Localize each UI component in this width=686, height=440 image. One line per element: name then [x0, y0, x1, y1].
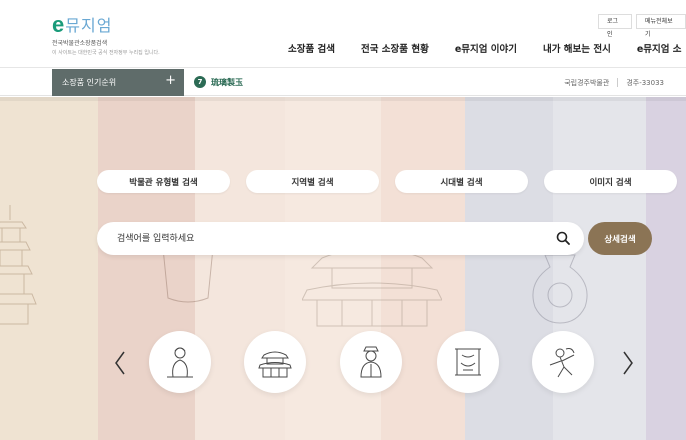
chevron-left-icon[interactable] [113, 350, 127, 376]
rank-ticker[interactable]: 7 琉璃製玉 [194, 76, 243, 88]
era-search-button[interactable]: 시대별 검색 [395, 170, 528, 193]
logo-name: 뮤지엄 [65, 16, 113, 35]
popular-ranking-button[interactable]: 소장품 인기순위 + [52, 69, 184, 96]
nav-item-collection-search[interactable]: 소장품 검색 [288, 41, 335, 55]
rank-meta: 국립경주박물관 경주-33033 [564, 78, 664, 88]
bg-stripe [646, 97, 686, 440]
artifact-id: 경주-33033 [626, 79, 664, 87]
carousel-item-buddha[interactable] [149, 331, 211, 393]
image-search-button[interactable]: 이미지 검색 [544, 170, 677, 193]
logo-subtitle: 전국박물관소장품검색 [52, 40, 108, 47]
nav-item-emuseum-more[interactable]: e뮤지엄 소 [637, 41, 682, 55]
carousel-item-palace[interactable] [244, 331, 306, 393]
pouch-illustration [532, 254, 588, 324]
search-category-group: 박물관 유형별 검색 지역별 검색 시대별 검색 이미지 검색 [97, 170, 686, 193]
pagoda-illustration [0, 205, 37, 325]
plus-icon: + [165, 73, 176, 88]
carousel-item-dancer[interactable] [532, 331, 594, 393]
region-search-button[interactable]: 지역별 검색 [246, 170, 379, 193]
popular-bar: 소장품 인기순위 + 7 琉璃製玉 국립경주박물관 경주-33033 [0, 69, 686, 96]
dancer-icon [549, 348, 575, 378]
header: e 뮤지엄 전국박물관소장품검색 이 사이트는 대한민국 공식 전자정부 누리집… [0, 0, 686, 68]
logo-e: e [52, 12, 65, 37]
buddha-icon [167, 347, 193, 378]
nav-item-my-exhibition[interactable]: 내가 해보는 전시 [543, 41, 611, 55]
popular-ranking-label: 소장품 인기순위 [62, 78, 117, 87]
rank-artifact-name: 琉璃製玉 [211, 77, 243, 87]
carousel-item-figure[interactable] [340, 331, 402, 393]
nav-item-emuseum-story[interactable]: e뮤지엄 이야기 [455, 41, 517, 55]
login-button[interactable]: 로그인 [598, 14, 632, 38]
figure-icon [360, 346, 382, 378]
divider [617, 78, 619, 87]
nav-item-national-status[interactable]: 전국 소장품 현황 [361, 41, 429, 55]
search-icon[interactable] [556, 231, 570, 245]
palace-icon [258, 351, 292, 378]
scroll-icon [455, 348, 481, 376]
carousel-item-scroll[interactable] [437, 331, 499, 393]
main-nav: 소장품 검색 전국 소장품 현황 e뮤지엄 이야기 내가 해보는 전시 e뮤지엄… [288, 41, 686, 55]
utility-menu: 로그인 메뉴전체보기 [594, 14, 686, 38]
sitemap-button[interactable]: 메뉴전체보기 [636, 14, 686, 38]
chevron-right-icon[interactable] [621, 350, 635, 376]
museum-name: 국립경주박물관 [564, 79, 610, 87]
detail-search-button[interactable]: 상세검색 [588, 222, 652, 255]
site-logo[interactable]: e 뮤지엄 전국박물관소장품검색 이 사이트는 대한민국 공식 전자정부 누리집… [52, 12, 160, 57]
search-box [97, 222, 584, 255]
logo-tagline: 이 사이트는 대한민국 공식 전자정부 누리집 입니다. [52, 50, 160, 56]
search-input[interactable] [117, 230, 537, 247]
rank-number-badge: 7 [194, 76, 206, 88]
museum-type-search-button[interactable]: 박물관 유형별 검색 [97, 170, 230, 193]
